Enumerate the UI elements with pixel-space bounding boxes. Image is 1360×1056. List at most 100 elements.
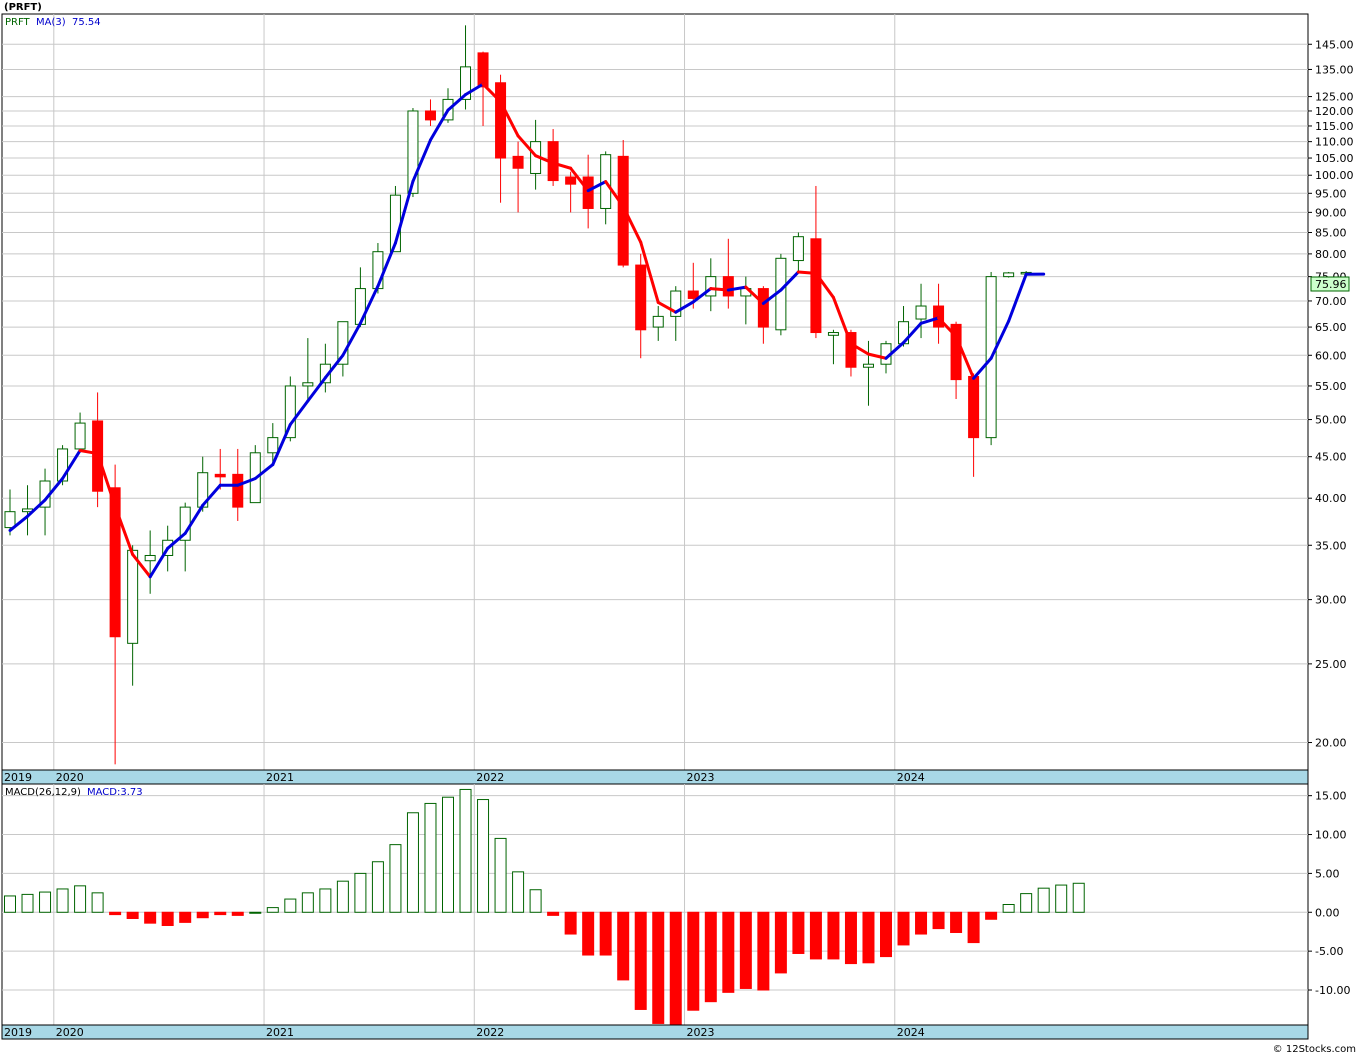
candle-body (74, 422, 86, 450)
macd-bar (477, 799, 490, 913)
macd-bar (1072, 882, 1085, 913)
candle-body (827, 332, 839, 336)
price-tick-label: 25.00 (1315, 658, 1347, 671)
price-tick-label: 70.00 (1315, 295, 1347, 308)
ma-label: MA(3) (36, 17, 66, 28)
macd-bar (1055, 884, 1068, 913)
chart-title: (PRFT) (4, 2, 42, 13)
macd-bar (231, 911, 244, 916)
candle-body (582, 176, 594, 209)
macd-tick-label: -10.00 (1315, 984, 1350, 997)
year-label: 2024 (897, 771, 925, 784)
macd-bar (880, 911, 892, 958)
ma-value: 75.54 (72, 17, 101, 28)
macd-bar (652, 911, 665, 1024)
candle-body (635, 264, 647, 331)
macd-bar (354, 872, 367, 913)
price-tick-label: 100.00 (1315, 169, 1354, 182)
macd-bar (459, 788, 472, 913)
year-label: 2019 (4, 771, 32, 784)
macd-bar (91, 892, 104, 913)
candle-body (477, 52, 489, 88)
price-tick-label: 20.00 (1315, 737, 1347, 750)
macd-bar (757, 911, 770, 991)
price-tick-label: 60.00 (1315, 349, 1347, 362)
macd-bar (266, 907, 279, 913)
macd-bar (669, 911, 682, 1025)
price-tick-label: 80.00 (1315, 248, 1347, 261)
macd-bar (494, 837, 507, 913)
macd-bar (39, 891, 52, 913)
macd-bar (809, 911, 822, 960)
candle-body (757, 288, 769, 328)
price-tick-label: 95.00 (1315, 187, 1347, 200)
macd-bar (529, 889, 542, 913)
macd-bar (915, 911, 928, 935)
macd-tick-label: 15.00 (1315, 790, 1347, 803)
macd-bar (967, 911, 980, 944)
price-tick-label: 35.00 (1315, 539, 1347, 552)
price-axis: 20.00 25.00 30.00 35.00 40.00 45.00 50.00 55.00… (1308, 38, 1354, 750)
macd-bar (56, 888, 69, 913)
year-label: 2023 (687, 1026, 715, 1039)
macd-bar (179, 911, 192, 923)
candle-body (424, 110, 436, 121)
candle-body (495, 82, 507, 159)
year-label: 2019 (4, 1026, 32, 1039)
macd-bar (442, 796, 454, 913)
macd-bar (424, 802, 437, 913)
macd-bar (897, 911, 910, 946)
macd-bar (547, 911, 560, 916)
year-label: 2020 (56, 1026, 84, 1039)
candle-body (512, 155, 524, 169)
macd-bar (722, 911, 735, 993)
candle-body (687, 290, 699, 299)
year-label: 2021 (266, 1026, 294, 1039)
macd-bar (1020, 893, 1033, 913)
candle-body (915, 305, 927, 320)
ma-segment (709, 287, 730, 292)
candle-body (232, 473, 244, 508)
price-tick-label: 120.00 (1315, 105, 1354, 118)
macd-bar (389, 844, 402, 913)
ticker-label: PRFT (5, 17, 31, 28)
macd-tick-label: -5.00 (1315, 945, 1343, 958)
macd-bar (406, 812, 419, 913)
macd-bar (582, 911, 595, 956)
macd-value-label: MACD:3.73 (87, 787, 143, 798)
price-tick-label: 115.00 (1315, 120, 1354, 133)
macd-bar (617, 911, 630, 981)
year-label: 2022 (476, 1026, 504, 1039)
price-tick-label: 105.00 (1315, 152, 1354, 165)
candle-body (214, 473, 226, 478)
year-label: 2021 (266, 771, 294, 784)
macd-bar (774, 911, 787, 974)
macd-tick-label: 10.00 (1315, 829, 1347, 842)
macd-bar (950, 911, 963, 933)
candle-body (127, 549, 139, 644)
macd-bar (214, 911, 227, 916)
macd-bar (249, 911, 262, 914)
price-tick-label: 125.00 (1315, 91, 1354, 104)
candle-body (810, 238, 822, 334)
macd-bar (284, 898, 297, 913)
macd-bar (599, 911, 612, 956)
candle-body (1003, 272, 1015, 278)
macd-bar (74, 885, 87, 913)
macd-bar (985, 911, 998, 920)
last-price-value: 75.96 (1315, 278, 1347, 291)
macd-year-band (1, 1024, 1309, 1040)
price-tick-label: 135.00 (1315, 63, 1354, 76)
macd-bar (634, 911, 647, 1010)
candle-body (792, 236, 804, 262)
macd-label: MACD(26,12,9) (5, 787, 81, 798)
ma-segment (796, 270, 818, 275)
macd-bar (109, 911, 122, 916)
price-tick-label: 90.00 (1315, 206, 1347, 219)
price-tick-label: 110.00 (1315, 136, 1354, 149)
price-tick-label: 65.00 (1315, 321, 1347, 334)
macd-bar (932, 911, 945, 930)
year-label: 2020 (56, 771, 84, 784)
candle-body (302, 382, 314, 387)
macd-bar (1037, 887, 1050, 913)
